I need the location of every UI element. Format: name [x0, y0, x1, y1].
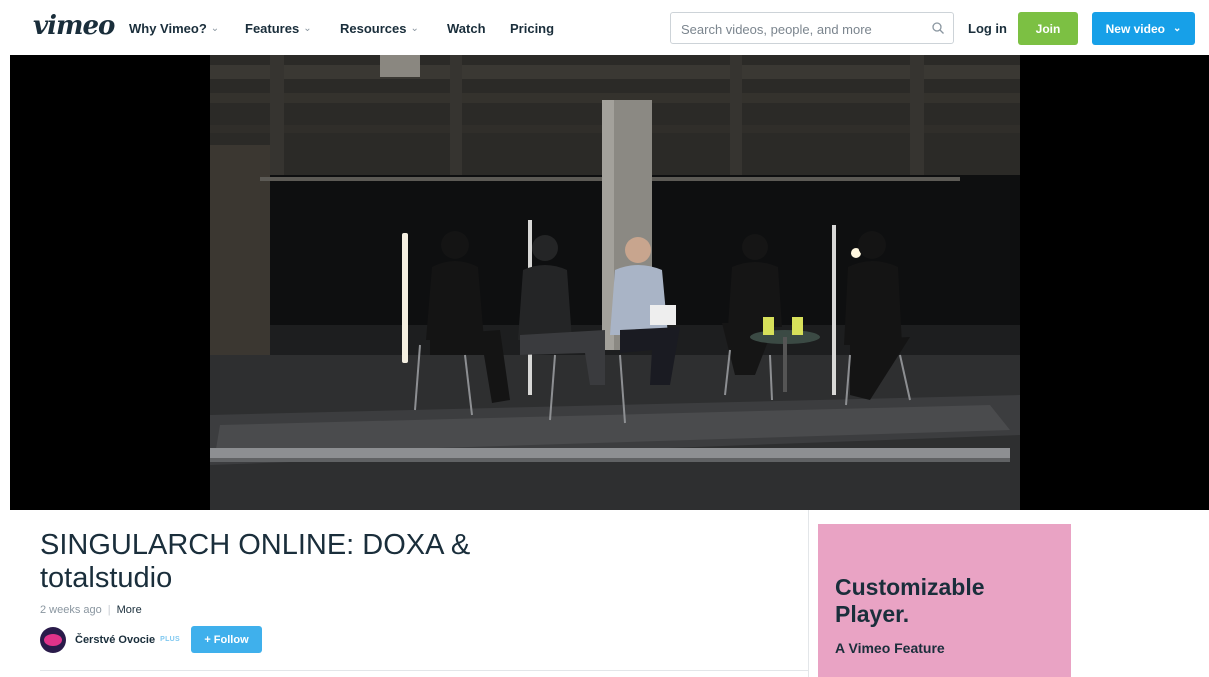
- channel-row: Čerstvé Ovocie PLUS + Follow: [40, 626, 262, 653]
- nav-watch[interactable]: Watch: [447, 21, 486, 36]
- chevron-down-icon: ⌄: [1172, 23, 1182, 34]
- join-button[interactable]: Join: [1018, 12, 1078, 45]
- channel-avatar[interactable]: [40, 626, 66, 653]
- nav-features[interactable]: Features ⌄: [245, 21, 312, 36]
- video-frame[interactable]: [210, 55, 1020, 510]
- video-still-image: [210, 55, 1020, 510]
- promo-ad[interactable]: Customizable Player. A Vimeo Feature: [818, 524, 1071, 677]
- nav-label: Why Vimeo?: [129, 21, 207, 36]
- channel-name[interactable]: Čerstvé Ovocie: [75, 634, 155, 646]
- chevron-down-icon: ⌄: [410, 23, 419, 34]
- posted-time: 2 weeks ago: [40, 604, 102, 616]
- new-video-button[interactable]: New video ⌄: [1092, 12, 1195, 45]
- nav-resources[interactable]: Resources ⌄: [340, 21, 419, 36]
- more-link[interactable]: More: [117, 604, 142, 616]
- login-link[interactable]: Log in: [968, 21, 1007, 36]
- video-player[interactable]: [10, 55, 1209, 510]
- nav-label: Resources: [340, 21, 407, 36]
- nav-label: Watch: [447, 21, 486, 36]
- video-meta: 2 weeks ago | More: [40, 604, 142, 616]
- top-navigation: vimeo Why Vimeo? ⌄ Features ⌄ Resources …: [0, 0, 1209, 55]
- meta-separator: |: [107, 604, 111, 616]
- nav-why-vimeo[interactable]: Why Vimeo? ⌄: [129, 21, 219, 36]
- content-divider: [40, 670, 808, 671]
- plus-badge: PLUS: [160, 636, 180, 643]
- search-input[interactable]: [679, 19, 923, 39]
- search-box: [670, 12, 954, 44]
- nav-pricing[interactable]: Pricing: [510, 21, 554, 36]
- new-video-label: New video: [1105, 21, 1165, 36]
- ad-headline: Customizable Player.: [835, 574, 985, 627]
- vimeo-logo[interactable]: vimeo: [33, 12, 115, 40]
- video-title: SINGULARCH ONLINE: DOXA & totalstudio: [40, 529, 471, 594]
- ad-subline: A Vimeo Feature: [835, 640, 945, 656]
- nav-label: Features: [245, 21, 300, 36]
- nav-label: Pricing: [510, 21, 555, 36]
- follow-button[interactable]: + Follow: [190, 626, 262, 653]
- chevron-down-icon: ⌄: [303, 23, 312, 34]
- search-icon[interactable]: [931, 21, 945, 35]
- chevron-down-icon: ⌄: [210, 23, 220, 34]
- sidebar-divider: [808, 510, 809, 677]
